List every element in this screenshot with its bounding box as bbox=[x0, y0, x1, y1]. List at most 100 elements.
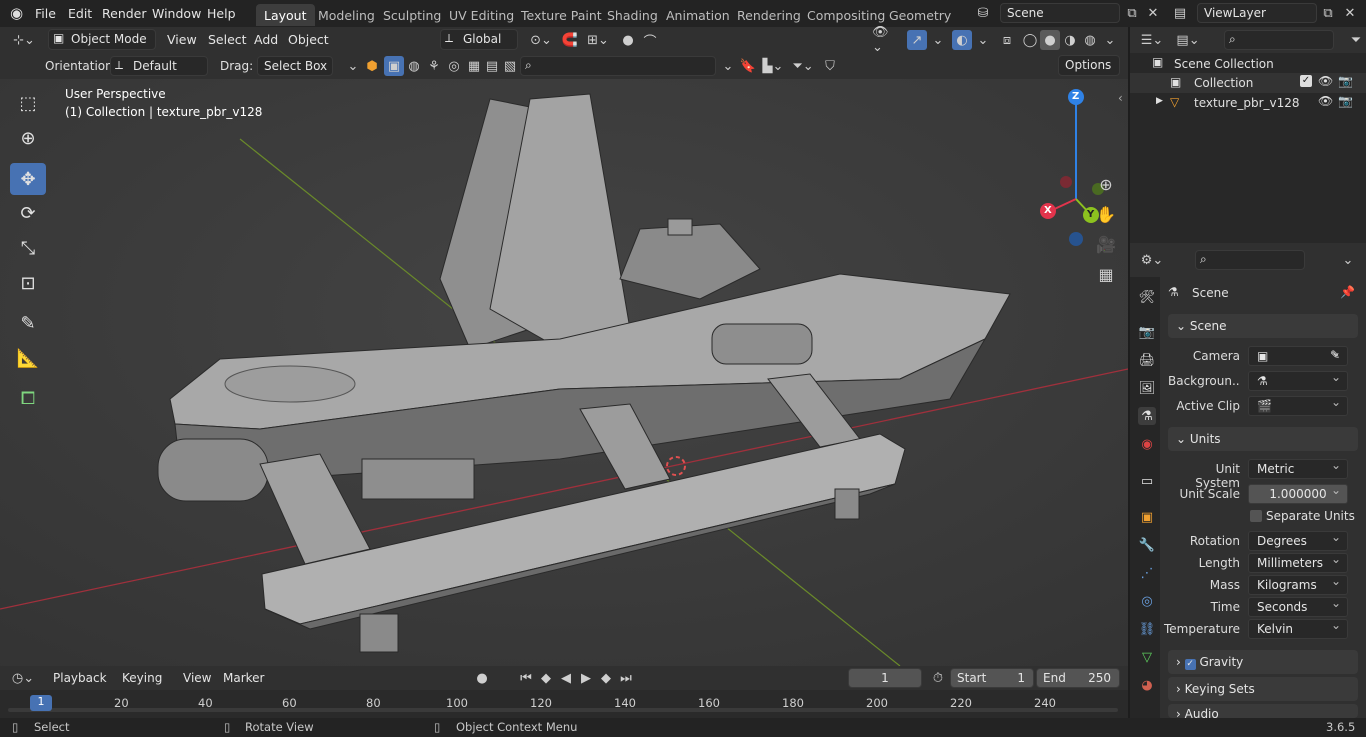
filter-world-icon[interactable]: ◎ bbox=[444, 56, 464, 76]
viewlayer-field[interactable]: ViewLayer bbox=[1197, 3, 1317, 23]
timeline-editor-icon[interactable]: ◷⌄ bbox=[8, 668, 38, 688]
options-dropdown[interactable]: Options bbox=[1058, 55, 1120, 76]
gizmo-x-label[interactable]: X bbox=[1044, 205, 1052, 216]
transform-tool[interactable]: ⊡ bbox=[10, 267, 46, 299]
modifier-tab-icon[interactable]: 🔧 bbox=[1138, 536, 1156, 554]
menu-edit[interactable]: Edit bbox=[68, 6, 92, 21]
background-field[interactable]: ⚗ bbox=[1248, 370, 1348, 391]
physics-tab-icon[interactable]: ◎ bbox=[1138, 592, 1156, 610]
auto-key-icon[interactable]: ● bbox=[472, 668, 492, 688]
funnel-icon[interactable]: ⏷⌄ bbox=[790, 56, 816, 76]
rotation-dropdown[interactable]: Degrees bbox=[1248, 530, 1348, 551]
temperature-dropdown[interactable]: Kelvin bbox=[1248, 618, 1348, 639]
pivot-point-icon[interactable]: ⊙⌄ bbox=[526, 30, 556, 50]
menu-add[interactable]: Add bbox=[254, 32, 278, 47]
filter-scene-icon[interactable]: ▦ bbox=[464, 56, 484, 76]
time-dropdown[interactable]: Seconds bbox=[1248, 596, 1348, 617]
keying-menu[interactable]: Keying bbox=[122, 671, 162, 685]
keying-sets-panel-header[interactable]: › Keying Sets bbox=[1168, 677, 1358, 701]
mass-dropdown[interactable]: Kilograms bbox=[1248, 574, 1348, 595]
audio-panel-header[interactable]: › Audio bbox=[1168, 704, 1358, 718]
grid-ortho-icon[interactable]: ▦ bbox=[1094, 262, 1118, 286]
shield-icon[interactable]: ⛉ bbox=[820, 56, 840, 76]
collection-checkbox[interactable]: ✓ bbox=[1300, 75, 1312, 87]
visibility-icon[interactable]: 👁⌄ bbox=[872, 25, 898, 55]
overlay-toggle-icon[interactable]: ◐ bbox=[952, 30, 972, 50]
new-viewlayer-icon[interactable]: ⧉ bbox=[1318, 3, 1338, 23]
properties-editor-icon[interactable]: ⚙⌄ bbox=[1138, 250, 1166, 270]
rotate-tool[interactable]: ⟳ bbox=[10, 197, 46, 229]
filter-camera-icon[interactable]: ▤ bbox=[482, 56, 502, 76]
search-input[interactable]: ⌕ bbox=[520, 56, 716, 76]
object-eye-icon[interactable]: 👁 bbox=[1318, 94, 1333, 108]
tab-layout[interactable]: Layout bbox=[256, 4, 315, 26]
viewlayer-icon[interactable]: ▤ bbox=[1170, 3, 1190, 23]
scene-icon[interactable]: ⛁ bbox=[973, 3, 993, 23]
scene-field[interactable]: Scene bbox=[1000, 3, 1120, 23]
material-tab-icon[interactable]: ◕ bbox=[1138, 676, 1156, 694]
filter-light-icon[interactable]: ◍ bbox=[404, 56, 424, 76]
material-shading-icon[interactable]: ◑ bbox=[1060, 30, 1080, 50]
move-tool[interactable]: ✥ bbox=[10, 163, 46, 195]
unit-scale-field[interactable]: 1.000000 bbox=[1248, 483, 1348, 504]
properties-search-input[interactable]: ⌕ bbox=[1195, 250, 1305, 270]
tab-sculpting[interactable]: Sculpting bbox=[375, 4, 449, 26]
data-tab-icon[interactable]: ▽ bbox=[1138, 648, 1156, 666]
unit-system-dropdown[interactable]: Metric bbox=[1248, 458, 1348, 479]
timeline-view-menu[interactable]: View bbox=[183, 671, 211, 685]
world-tab-icon[interactable]: ◉ bbox=[1138, 435, 1156, 453]
measure-tool[interactable]: 📐 bbox=[10, 342, 46, 374]
active-clip-field[interactable]: 🎬 bbox=[1248, 395, 1348, 416]
transform-orientation-dropdown[interactable]: ⟂ Global bbox=[440, 29, 518, 50]
constraints-tab-icon[interactable]: ⛓ bbox=[1138, 620, 1156, 638]
play-icon[interactable]: ▶ bbox=[576, 668, 596, 688]
new-scene-icon[interactable]: ⧉ bbox=[1122, 3, 1142, 23]
select-mode-dropdown-icon[interactable]: ⌄ bbox=[343, 56, 363, 76]
outliner-row-object[interactable]: ▶ ▽ texture_pbr_v128 👁 📷 bbox=[1130, 93, 1366, 113]
tab-animation[interactable]: Animation bbox=[658, 4, 738, 26]
shading-dropdown-icon[interactable]: ⌄ bbox=[1100, 30, 1120, 50]
units-panel-header[interactable]: ⌄ Units bbox=[1168, 427, 1358, 451]
remove-scene-icon[interactable]: ✕ bbox=[1143, 3, 1163, 23]
display-mode-icon[interactable]: ▤⌄ bbox=[1174, 30, 1202, 50]
length-dropdown[interactable]: Millimeters bbox=[1248, 552, 1348, 573]
filter-dropdown-icon[interactable]: ⌄ bbox=[718, 56, 738, 76]
next-keyframe-icon[interactable]: ◆ bbox=[596, 668, 616, 688]
current-frame-field[interactable]: 1 bbox=[848, 668, 922, 688]
menu-render[interactable]: Render bbox=[102, 6, 147, 21]
collection-camera-icon[interactable]: 📷 bbox=[1338, 74, 1353, 88]
sidebar-toggle-icon[interactable]: ‹ bbox=[1118, 91, 1123, 105]
cursor-tool[interactable]: ⊕ bbox=[10, 122, 46, 154]
zoom-icon[interactable]: ⊕ bbox=[1094, 172, 1118, 196]
filter-mesh-icon[interactable]: ▣ bbox=[384, 56, 404, 76]
jump-end-icon[interactable]: ⏭ bbox=[616, 668, 636, 688]
camera-view-icon[interactable]: 🎥 bbox=[1094, 232, 1118, 256]
bookmark-icon[interactable]: 🔖 bbox=[738, 56, 758, 76]
eyedropper-icon[interactable]: ✎ bbox=[1330, 348, 1340, 362]
stopwatch-icon[interactable]: ⏱ bbox=[928, 668, 948, 688]
xray-icon[interactable]: ⧈ bbox=[997, 30, 1017, 50]
falloff-icon[interactable]: ⌒ bbox=[640, 30, 660, 50]
object-camera-icon[interactable]: 📷 bbox=[1338, 94, 1353, 108]
orientation-dropdown[interactable]: ⟂ Default bbox=[110, 56, 208, 76]
drag-dropdown[interactable]: Select Box bbox=[257, 56, 333, 76]
3d-viewport[interactable]: Z X Y User Perspective (1) Collection | … bbox=[0, 79, 1128, 666]
blender-logo-icon[interactable]: ◉ bbox=[10, 4, 23, 22]
outliner-root[interactable]: Scene Collection bbox=[1174, 57, 1274, 71]
properties-options-icon[interactable]: ⌄ bbox=[1338, 250, 1358, 270]
filter-other-icon[interactable]: ▧ bbox=[500, 56, 520, 76]
proportional-edit-icon[interactable]: ● bbox=[618, 30, 638, 50]
add-cube-tool[interactable]: ⧠ bbox=[10, 382, 46, 414]
gizmo-z-label[interactable]: Z bbox=[1072, 91, 1079, 102]
outliner-filter-icon[interactable]: ⏷ bbox=[1346, 30, 1366, 50]
menu-window[interactable]: Window bbox=[152, 6, 201, 21]
playhead[interactable]: 1 bbox=[30, 695, 52, 711]
outliner-row-collection[interactable]: ▣ Collection ✓ 👁 📷 bbox=[1130, 73, 1366, 93]
menu-file[interactable]: File bbox=[35, 6, 56, 21]
wireframe-shading-icon[interactable]: ◯ bbox=[1020, 30, 1040, 50]
overlay-dropdown-icon[interactable]: ⌄ bbox=[973, 30, 993, 50]
tab-modeling[interactable]: Modeling bbox=[310, 4, 383, 26]
outliner-editor-icon[interactable]: ☰⌄ bbox=[1138, 30, 1166, 50]
output-tab-icon[interactable]: 🖨 bbox=[1138, 351, 1156, 369]
tab-texture-paint[interactable]: Texture Paint bbox=[513, 4, 610, 26]
